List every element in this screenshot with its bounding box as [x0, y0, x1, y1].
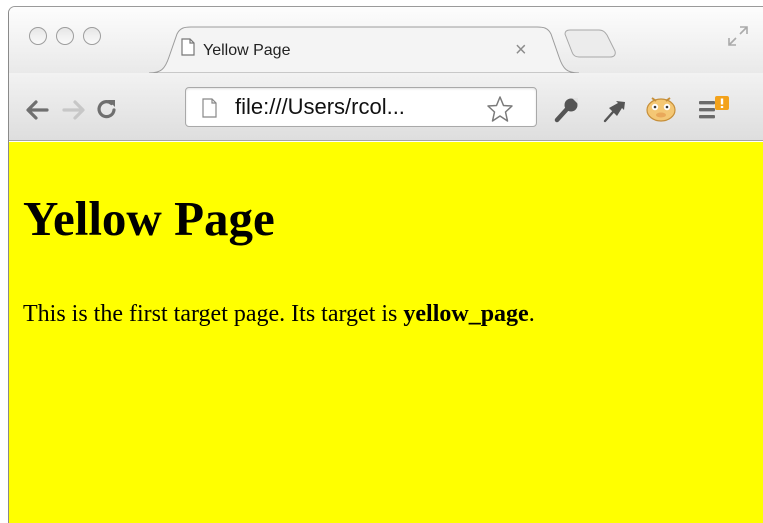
reload-icon[interactable]	[95, 97, 119, 121]
pin-icon[interactable]	[600, 96, 628, 124]
forward-icon[interactable]	[62, 100, 86, 120]
tab-close-icon[interactable]: ×	[515, 40, 527, 60]
paragraph-end: .	[528, 301, 535, 327]
menu-icon[interactable]	[698, 95, 730, 123]
tab-title[interactable]: Yellow Page	[203, 42, 290, 60]
wrench-icon[interactable]	[553, 95, 581, 123]
page-viewport: Yellow Page This is the first target pag…	[9, 142, 763, 523]
new-tab-button	[564, 29, 616, 58]
target-name: yellow_page	[403, 301, 529, 327]
back-icon[interactable]	[25, 100, 49, 120]
tab-strip: Yellow Page ×	[9, 7, 763, 73]
url-text[interactable]: file:///Users/rcol...	[235, 94, 405, 120]
page-paragraph: This is the first target page. Its targe…	[23, 301, 535, 328]
toolbar: file:///Users/rcol...	[9, 73, 763, 141]
tab-shapes	[148, 26, 616, 73]
address-bar[interactable]: file:///Users/rcol...	[185, 87, 537, 127]
bookmark-star-icon[interactable]	[486, 95, 514, 123]
page-heading: Yellow Page	[23, 191, 275, 246]
page-icon	[181, 38, 195, 56]
extension-icon[interactable]	[644, 92, 678, 124]
paragraph-text: This is the first target page. Its targe…	[23, 301, 404, 327]
browser-window: Yellow Page × file:///Users/rcol... Yell…	[8, 6, 763, 523]
fullscreen-icon[interactable]	[727, 25, 749, 47]
page-icon	[202, 98, 217, 118]
